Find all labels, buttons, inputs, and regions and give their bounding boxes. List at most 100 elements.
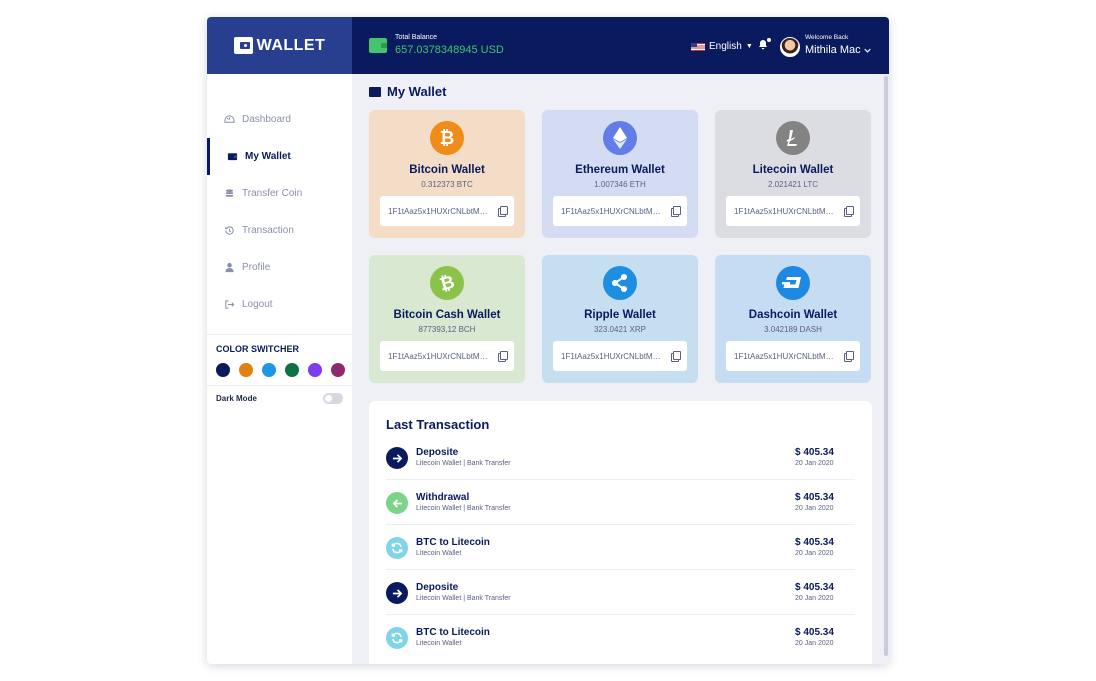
wallet-card-ripple[interactable]: Ripple Wallet 323.0421 XRP 1F1tAaz5x1HUX…	[542, 255, 698, 383]
logout-icon	[225, 300, 235, 309]
ethereum-icon	[603, 121, 637, 155]
transaction-date: 20 Jan 2020	[795, 550, 834, 557]
wallet-card-bitcoin-cash[interactable]: ₿ Bitcoin Cash Wallet 877393,12 BCH 1F1t…	[369, 255, 525, 383]
scrollbar-thumb[interactable]	[884, 76, 888, 656]
language-selector[interactable]: English ▼	[691, 41, 753, 52]
transaction-type: Deposite	[416, 582, 459, 593]
sidebar-item-dashboard[interactable]: Dashboard	[207, 101, 352, 138]
wallet-card-dashcoin[interactable]: Dashcoin Wallet 3.042189 DASH 1F1tAaz5x1…	[715, 255, 871, 383]
caret-down-icon: ▼	[745, 43, 753, 50]
wallet-address-field[interactable]: 1F1tAaz5x1HUXrCNLbtMDqcw6o5GNn4xqX	[380, 196, 514, 226]
transaction-row[interactable]: Deposite Litecoin Wallet | Bank Transfer…	[386, 435, 855, 480]
page-title: My Wallet	[369, 84, 446, 99]
sidebar-item-profile[interactable]: Profile	[207, 249, 352, 286]
transaction-date: 20 Jan 2020	[795, 595, 834, 602]
wallet-address-field[interactable]: 1F1tAaz5x1HUXrCNLbtMDqcw6o5GNn4xqX	[726, 196, 860, 226]
wallet-address-field[interactable]: 1F1tAaz5x1HUXrCNLbtMDqcw6o5GNn4xqX	[726, 341, 860, 371]
coins-icon	[225, 189, 234, 197]
transaction-type: BTC to Litecoin	[416, 627, 490, 638]
copy-icon[interactable]	[844, 206, 854, 217]
dark-mode-label: Dark Mode	[216, 394, 257, 403]
bitcoin-cash-icon: ₿	[430, 266, 464, 300]
wallet-card-bitcoin[interactable]: ₿ Bitcoin Wallet 0.312373 BTC 1F1tAaz5x1…	[369, 110, 525, 238]
transaction-row[interactable]: BTC to Litecoin Litecoin Wallet $ 405.34…	[386, 615, 855, 660]
wallet-amount: 0.312373 BTC	[421, 180, 473, 189]
balance-wallet-icon	[369, 38, 387, 53]
transaction-type: Deposite	[416, 447, 459, 458]
sidebar-item-label: Transfer Coin	[242, 188, 303, 199]
color-swatch-magenta[interactable]	[331, 363, 345, 377]
transaction-detail: Litecoin Wallet	[416, 550, 462, 557]
color-swatch-purple[interactable]	[308, 363, 322, 377]
wallet-address-field[interactable]: 1F1tAaz5x1HUXrCNLbtMDqcw6o5GNn4xqX	[380, 341, 514, 371]
divider	[207, 334, 352, 335]
wallet-address: 1F1tAaz5x1HUXrCNLbtMDqcw6o5GNn4xqX	[561, 351, 665, 361]
copy-icon[interactable]	[671, 206, 681, 217]
arrow-left-icon	[386, 492, 408, 514]
last-transaction-title: Last Transaction	[386, 417, 490, 432]
transaction-amount: $ 405.34	[795, 537, 834, 548]
wallet-address-field[interactable]: 1F1tAaz5x1HUXrCNLbtMDqcw6o5GNn4xqX	[553, 341, 687, 371]
color-swatch-green[interactable]	[285, 363, 299, 377]
ripple-icon	[603, 266, 637, 300]
wallet-name: Dashcoin Wallet	[748, 309, 838, 321]
sidebar-item-label: Dashboard	[242, 114, 291, 125]
brand-name: WALLET	[256, 36, 326, 54]
litecoin-icon	[776, 121, 810, 155]
user-name: Mithila Mac	[805, 44, 861, 56]
wallet-name: Ethereum Wallet	[575, 164, 665, 176]
chevron-down-icon	[863, 48, 871, 53]
color-swatch-blue[interactable]	[262, 363, 276, 377]
brand-logo[interactable]: WALLET	[207, 17, 352, 74]
wallet-address: 1F1tAaz5x1HUXrCNLbtMDqcw6o5GNn4xqX	[561, 206, 665, 216]
transaction-detail: Litecoin Wallet	[416, 640, 462, 647]
main-scrollbar[interactable]	[883, 74, 889, 664]
wallet-name: Litecoin Wallet	[752, 164, 834, 176]
transaction-row[interactable]: Withdrawal Litecoin Wallet | Bank Transf…	[386, 480, 855, 525]
sidebar-item-transaction[interactable]: Transaction	[207, 212, 352, 249]
transaction-row[interactable]: BTC to Litecoin Litecoin Wallet $ 405.34…	[386, 525, 855, 570]
dark-mode-toggle[interactable]	[323, 393, 343, 404]
wallet-amount: 2.021421 LTC	[767, 180, 819, 189]
divider	[207, 385, 352, 386]
svg-text:₿: ₿	[438, 273, 456, 293]
transaction-type: Withdrawal	[416, 492, 470, 503]
sidebar-item-my-wallet[interactable]: My Wallet	[207, 138, 352, 175]
wallet-address: 1F1tAaz5x1HUXrCNLbtMDqcw6o5GNn4xqX	[734, 206, 838, 216]
sidebar-item-label: Transaction	[242, 225, 294, 236]
transaction-row[interactable]: Deposite Litecoin Wallet | Bank Transfer…	[386, 570, 855, 615]
transaction-date: 20 Jan 2020	[795, 640, 834, 647]
wallet-card-ethereum[interactable]: Ethereum Wallet 1.007346 ETH 1F1tAaz5x1H…	[542, 110, 698, 238]
last-transaction-panel: Last Transaction Deposite Litecoin Walle…	[369, 401, 872, 664]
dashboard-icon	[224, 115, 235, 123]
color-swatches	[216, 363, 345, 377]
transaction-amount: $ 405.34	[795, 492, 834, 503]
sidebar-item-label: Logout	[242, 299, 273, 310]
color-swatch-navy[interactable]	[216, 363, 230, 377]
wallet-card-litecoin[interactable]: Litecoin Wallet 2.021421 LTC 1F1tAaz5x1H…	[715, 110, 871, 238]
wallet-name: Ripple Wallet	[584, 309, 656, 321]
wallet-address: 1F1tAaz5x1HUXrCNLbtMDqcw6o5GNn4xqX	[734, 351, 838, 361]
wallet-icon	[369, 86, 381, 97]
user-menu[interactable]: Mithila Mac	[805, 44, 871, 56]
wallet-icon	[227, 153, 238, 161]
wallet-address-field[interactable]: 1F1tAaz5x1HUXrCNLbtMDqcw6o5GNn4xqX	[553, 196, 687, 226]
bitcoin-icon: ₿	[430, 121, 464, 155]
copy-icon[interactable]	[498, 351, 508, 362]
wallet-amount: 3.042189 DASH	[764, 325, 822, 334]
arrow-right-icon	[386, 447, 408, 469]
total-balance-label: Total Balance	[395, 34, 438, 41]
sidebar-item-logout[interactable]: Logout	[207, 286, 352, 323]
wallet-address: 1F1tAaz5x1HUXrCNLbtMDqcw6o5GNn4xqX	[388, 351, 492, 361]
avatar[interactable]	[780, 37, 800, 57]
sidebar-item-transfer-coin[interactable]: Transfer Coin	[207, 175, 352, 212]
wallet-name: Bitcoin Wallet	[409, 164, 485, 176]
sidebar-item-label: My Wallet	[245, 151, 291, 162]
copy-icon[interactable]	[844, 351, 854, 362]
color-swatch-orange[interactable]	[239, 363, 253, 377]
dash-icon	[776, 266, 810, 300]
copy-icon[interactable]	[498, 206, 508, 217]
welcome-label: Welcome Back	[805, 34, 849, 41]
app-window: WALLET Total Balance 657.0378348945 USD …	[207, 17, 889, 664]
copy-icon[interactable]	[671, 351, 681, 362]
